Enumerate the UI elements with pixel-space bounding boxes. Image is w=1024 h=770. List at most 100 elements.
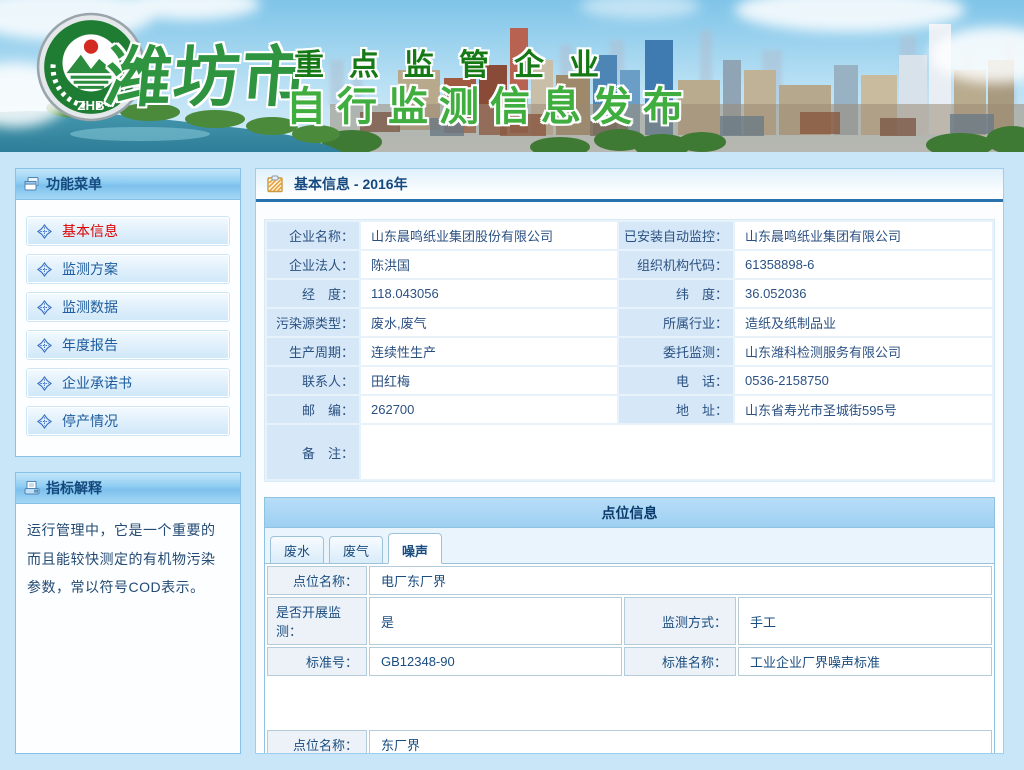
sidebar-item-3[interactable]: 年度报告 [26, 330, 230, 360]
content-area: 功能菜单 基本信息 监测方案 监测数据 [0, 152, 1024, 754]
info-label: 地 址： [619, 396, 733, 423]
indicator-panel: 指标解释 运行管理中，它是一个重要的而且能较快测定的有机物污染参数，常以符号CO… [15, 472, 241, 754]
point-detail-row: 标准号： GB12348-90 标准名称： 工业企业厂界噪声标准 [267, 647, 992, 676]
point-name-label: 点位名称： [267, 730, 367, 754]
info-value: 118.043056 [361, 280, 617, 307]
info-label: 纬 度： [619, 280, 733, 307]
menu-list: 基本信息 监测方案 监测数据 年度报告 [16, 200, 240, 456]
sidebar-item-4[interactable]: 企业承诺书 [26, 368, 230, 398]
info-value: 262700 [361, 396, 617, 423]
info-value: 田红梅 [361, 367, 617, 394]
info-label: 生产周期： [267, 338, 359, 365]
point-value: 工业企业厂界噪声标准 [738, 647, 992, 676]
indicator-text: 运行管理中，它是一个重要的而且能较快测定的有机物污染参数，常以符号COD表示。 [16, 504, 240, 614]
info-label: 企业名称： [267, 222, 359, 249]
tab-0[interactable]: 废水 [270, 536, 324, 563]
indicator-panel-title: 指标解释 [46, 478, 102, 498]
sidebar-item-2[interactable]: 监测数据 [26, 292, 230, 322]
info-value: 0536-2158750 [735, 367, 992, 394]
point-name-value: 东厂界 [369, 730, 992, 754]
main-panel: 基本信息 - 2016年 企业名称： 山东晨鸣纸业集团股份有限公司 已安装自动监… [255, 168, 1004, 754]
point-name-label: 点位名称： [267, 566, 367, 595]
info-row: 生产周期： 连续性生产 委托监测： 山东潍科检测服务有限公司 [267, 338, 992, 365]
info-label: 委托监测： [619, 338, 733, 365]
sidebar-item-label: 年度报告 [62, 335, 118, 355]
info-value: 36.052036 [735, 280, 992, 307]
point-name-row: 点位名称： 东厂界 [267, 730, 992, 754]
info-value: 61358898-6 [735, 251, 992, 278]
point-name-value: 电厂东厂界 [369, 566, 992, 595]
info-row: 企业名称： 山东晨鸣纸业集团股份有限公司 已安装自动监控： 山东晨鸣纸业集团有限… [267, 222, 992, 249]
sidebar-item-label: 监测数据 [62, 297, 118, 317]
page: ZHB 潍坊市 重点监管企业 自行监测信息发布 功能菜单 [0, 0, 1024, 770]
point-value: 是 [369, 597, 622, 645]
info-row: 联系人： 田红梅 电 话： 0536-2158750 [267, 367, 992, 394]
info-label: 经 度： [267, 280, 359, 307]
menu-panel: 功能菜单 基本信息 监测方案 监测数据 [15, 168, 241, 457]
info-label: 所属行业： [619, 309, 733, 336]
info-value: 连续性生产 [361, 338, 617, 365]
sidebar: 功能菜单 基本信息 监测方案 监测数据 [15, 168, 241, 754]
info-row: 污染源类型： 废水,废气 所属行业： 造纸及纸制品业 [267, 309, 992, 336]
banner: ZHB 潍坊市 重点监管企业 自行监测信息发布 [0, 0, 1024, 152]
sidebar-item-0[interactable]: 基本信息 [26, 216, 230, 246]
point-value: GB12348-90 [369, 647, 622, 676]
point-detail-rows: 是否开展监测： 是 监测方式： 手工 标准号： GB12348-90 标准名称：… [265, 597, 994, 676]
banner-subtitle-2: 自行监测信息发布 [286, 74, 694, 132]
sidebar-item-1[interactable]: 监测方案 [26, 254, 230, 284]
point-label: 是否开展监测： [267, 597, 367, 645]
info-label: 已安装自动监控： [619, 222, 733, 249]
point-label: 标准号： [267, 647, 367, 676]
compass-icon [37, 262, 52, 277]
menu-panel-header: 功能菜单 [16, 169, 240, 200]
info-value: 废水,废气 [361, 309, 617, 336]
info-label: 电 话： [619, 367, 733, 394]
info-value: 造纸及纸制品业 [735, 309, 992, 336]
compass-icon [37, 376, 52, 391]
point-section-title: 点位信息 [265, 498, 994, 528]
main-body: 企业名称： 山东晨鸣纸业集团股份有限公司 已安装自动监控： 山东晨鸣纸业集团有限… [256, 202, 1003, 754]
point-info-section: 点位信息 废水废气噪声 点位名称： 电厂东厂界 是否开展监测： 是 监测方式： … [264, 497, 995, 754]
point-label: 监测方式： [624, 597, 736, 645]
info-value: 山东省寿光市圣城街595号 [735, 396, 992, 423]
info-row: 经 度： 118.043056 纬 度： 36.052036 [267, 280, 992, 307]
point-name-row: 点位名称： 电厂东厂界 [267, 566, 992, 595]
info-label: 企业法人： [267, 251, 359, 278]
sidebar-item-label: 基本信息 [62, 221, 118, 241]
info-row-remark: 备 注： [267, 425, 992, 479]
clipboard-icon [266, 175, 284, 193]
info-label: 邮 编： [267, 396, 359, 423]
menu-panel-title: 功能菜单 [46, 174, 102, 194]
tab-1[interactable]: 废气 [329, 536, 383, 563]
info-value: 陈洪国 [361, 251, 617, 278]
info-row: 企业法人： 陈洪国 组织机构代码： 61358898-6 [267, 251, 992, 278]
point-detail-row: 是否开展监测： 是 监测方式： 手工 [267, 597, 992, 645]
main-section-title: 基本信息 - 2016年 [294, 174, 408, 194]
info-label: 备 注： [267, 425, 359, 479]
point-value: 手工 [738, 597, 992, 645]
point-label: 标准名称： [624, 647, 736, 676]
info-value: 山东晨鸣纸业集团有限公司 [735, 222, 992, 249]
info-value [361, 425, 992, 479]
logo-zhb-text: ZHB [77, 98, 104, 113]
point-block: 点位名称： 电厂东厂界 是否开展监测： 是 监测方式： 手工 标准号： GB12… [265, 566, 994, 676]
site-title: 潍坊市 [102, 24, 314, 120]
info-value: 山东晨鸣纸业集团股份有限公司 [361, 222, 617, 249]
indicator-panel-header: 指标解释 [16, 473, 240, 504]
sidebar-item-label: 监测方案 [62, 259, 118, 279]
compass-icon [37, 414, 52, 429]
info-row: 邮 编： 262700 地 址： 山东省寿光市圣城街595号 [267, 396, 992, 423]
point-block: 点位名称： 东厂界 是否开展监测： 是 监测方式： 手工 [265, 730, 994, 754]
compass-icon [37, 338, 52, 353]
basic-info-table: 企业名称： 山东晨鸣纸业集团股份有限公司 已安装自动监控： 山东晨鸣纸业集团有限… [264, 219, 995, 482]
sidebar-item-5[interactable]: 停产情况 [26, 406, 230, 436]
tab-2[interactable]: 噪声 [388, 533, 442, 564]
window-icon [24, 176, 40, 192]
main-section-header: 基本信息 - 2016年 [256, 169, 1003, 202]
info-label: 污染源类型： [267, 309, 359, 336]
notes-icon [24, 480, 40, 496]
point-blocks: 点位名称： 电厂东厂界 是否开展监测： 是 监测方式： 手工 标准号： GB12… [265, 566, 994, 754]
info-label: 组织机构代码： [619, 251, 733, 278]
info-label: 联系人： [267, 367, 359, 394]
compass-icon [37, 224, 52, 239]
